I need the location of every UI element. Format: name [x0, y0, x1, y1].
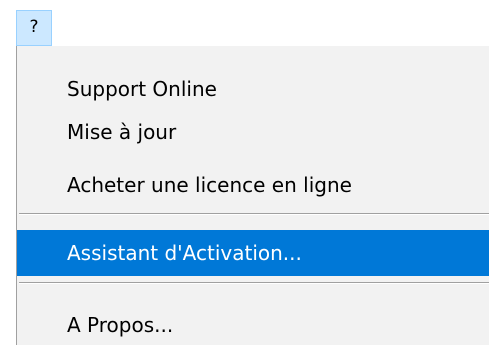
help-dropdown-menu: Support Online Mise à jour Acheter une l…	[16, 46, 489, 345]
menu-item-buy-license-online[interactable]: Acheter une licence en ligne	[17, 162, 489, 208]
help-menu-button[interactable]: ?	[16, 10, 52, 46]
menu-separator	[19, 213, 489, 215]
menu-separator	[19, 282, 489, 284]
menu-item-support-online[interactable]: Support Online	[17, 66, 489, 112]
menu-bar: ?	[0, 0, 489, 46]
menu-item-update[interactable]: Mise à jour	[17, 109, 489, 155]
menu-item-about[interactable]: A Propos...	[17, 302, 489, 348]
menu-item-activation-wizard[interactable]: Assistant d'Activation...	[17, 230, 489, 276]
